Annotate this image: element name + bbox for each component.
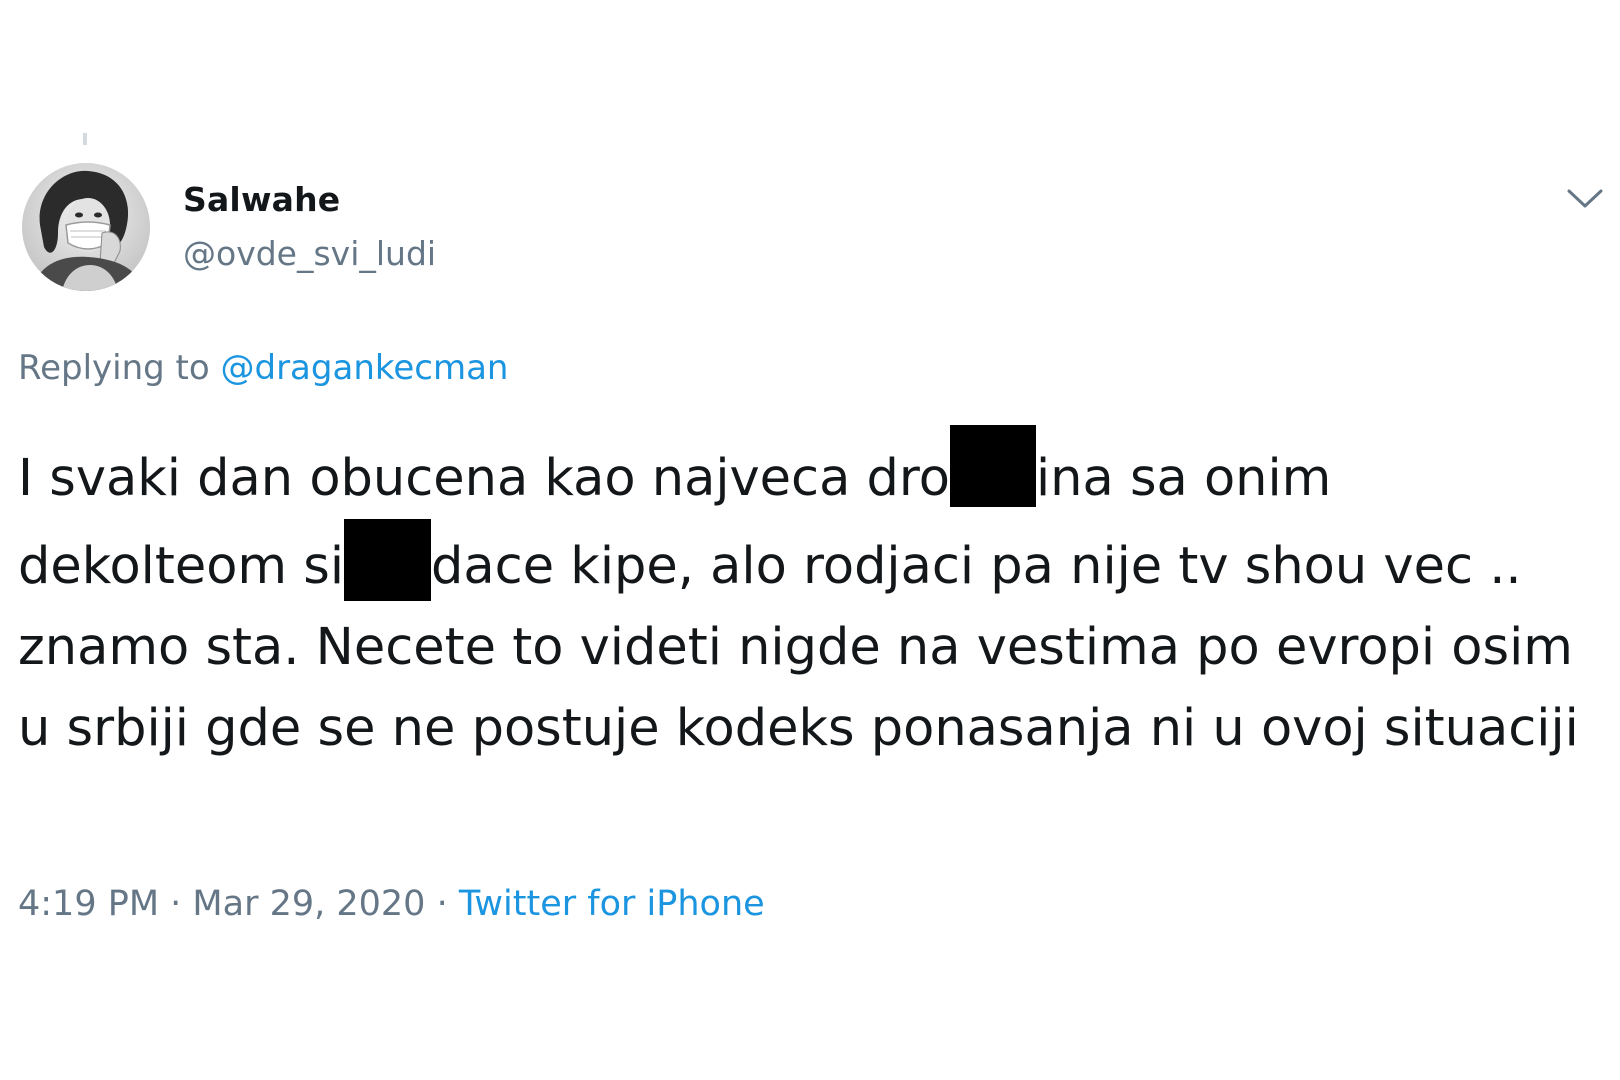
chevron-down-icon <box>1567 189 1603 208</box>
tweet-time[interactable]: 4:19 PM <box>18 884 159 924</box>
redaction-box <box>344 519 432 601</box>
avatar[interactable] <box>22 163 150 291</box>
thread-connector <box>83 133 87 145</box>
replying-label: Replying to <box>18 348 221 388</box>
reply-context: Replying to @dragankecman <box>18 345 508 391</box>
user-handle[interactable]: @ovde_svi_ludi <box>183 232 436 276</box>
tweet-card: Salwahe @ovde_svi_ludi Replying to @drag… <box>0 0 1620 1080</box>
author-block: Salwahe @ovde_svi_ludi <box>183 178 436 276</box>
avatar-image <box>22 163 150 291</box>
tweet-source-link[interactable]: Twitter for iPhone <box>459 884 765 924</box>
tweet-text: I svaki dan obucena kao najveca dro ina s… <box>18 425 1613 769</box>
reply-mention-link[interactable]: @dragankecman <box>221 348 509 388</box>
display-name[interactable]: Salwahe <box>183 178 436 222</box>
tweet-metadata: 4:19 PM · Mar 29, 2020 · Twitter for iPh… <box>18 881 765 927</box>
tweet-menu-button[interactable] <box>1563 179 1607 219</box>
tweet-text-segment: I svaki dan obucena kao najveca dro <box>18 449 950 508</box>
meta-separator: · <box>159 884 193 924</box>
meta-separator: · <box>425 884 459 924</box>
redaction-box <box>949 425 1036 507</box>
tweet-date[interactable]: Mar 29, 2020 <box>192 884 425 924</box>
